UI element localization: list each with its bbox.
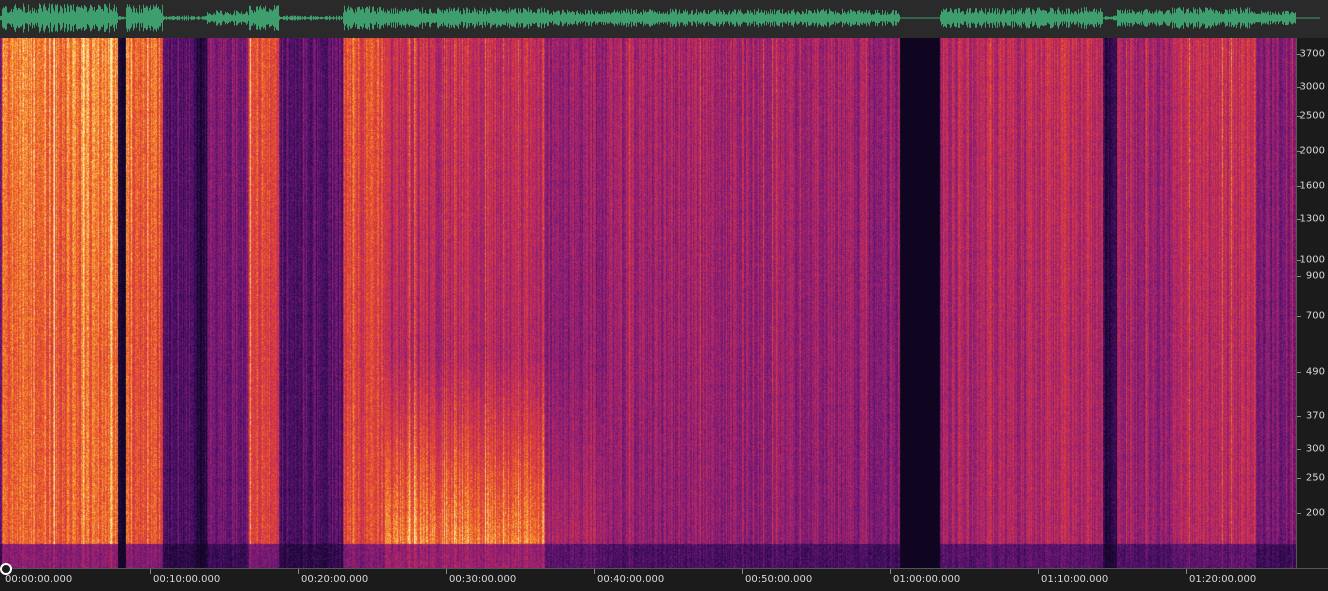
freq-tick-label: 1300 xyxy=(1299,213,1325,225)
time-tick-label: 00:50:00.000 xyxy=(745,574,813,585)
time-tick-label: 00:00:00.000 xyxy=(5,574,73,585)
freq-tick-label: 3700 xyxy=(1299,48,1325,60)
freq-tick-label: 370 xyxy=(1305,410,1325,422)
freq-tick-label: 700 xyxy=(1305,310,1325,322)
time-tick-mark xyxy=(1186,569,1187,574)
time-tick-label: 00:40:00.000 xyxy=(597,574,665,585)
freq-tick-label: 1000 xyxy=(1299,254,1325,266)
freq-tick-label: 900 xyxy=(1305,270,1325,282)
time-axis: 00:00:00.000 00:10:00.000 00:20:00.000 00:3… xyxy=(0,568,1328,591)
spectrogram-canvas xyxy=(0,38,1296,568)
freq-tick-label: 2000 xyxy=(1299,145,1325,157)
freq-tick-label: 300 xyxy=(1305,443,1325,455)
freq-tick-mark xyxy=(1297,449,1301,451)
freq-tick-label: 3000 xyxy=(1299,81,1325,93)
time-tick-label: 01:20:00.000 xyxy=(1189,574,1257,585)
time-tick-label: 01:00:00.000 xyxy=(893,574,961,585)
time-tick-label: 00:10:00.000 xyxy=(153,574,221,585)
time-tick-mark xyxy=(594,569,595,574)
freq-tick-mark xyxy=(1297,416,1301,418)
time-tick-mark xyxy=(742,569,743,574)
freq-tick-mark xyxy=(1297,315,1301,317)
time-tick-mark xyxy=(890,569,891,574)
time-tick-mark xyxy=(1038,569,1039,574)
waveform-trace xyxy=(0,3,1320,33)
freq-tick-label: 250 xyxy=(1305,472,1325,484)
time-tick-mark xyxy=(150,569,151,574)
spectrogram-view[interactable] xyxy=(0,38,1296,568)
freq-tick-label: 490 xyxy=(1305,366,1325,378)
playhead-marker[interactable] xyxy=(0,563,12,575)
freq-tick-label: 200 xyxy=(1305,507,1325,519)
freq-tick-label: 1600 xyxy=(1299,180,1325,192)
waveform-overview[interactable] xyxy=(0,0,1328,39)
time-tick-label: 00:20:00.000 xyxy=(301,574,369,585)
freq-tick-mark xyxy=(1297,371,1301,373)
time-tick-label: 00:30:00.000 xyxy=(449,574,517,585)
time-tick-mark xyxy=(446,569,447,574)
time-tick-mark xyxy=(298,569,299,574)
freq-tick-mark xyxy=(1297,276,1301,278)
time-tick-label: 01:10:00.000 xyxy=(1041,574,1109,585)
freq-tick-mark xyxy=(1297,512,1301,514)
freq-tick-label: 2500 xyxy=(1299,110,1325,122)
frequency-axis: 3700 3000 2500 2000 1600 1300 1000 900 700 490 370… xyxy=(1296,38,1328,568)
freq-tick-mark xyxy=(1297,477,1301,479)
